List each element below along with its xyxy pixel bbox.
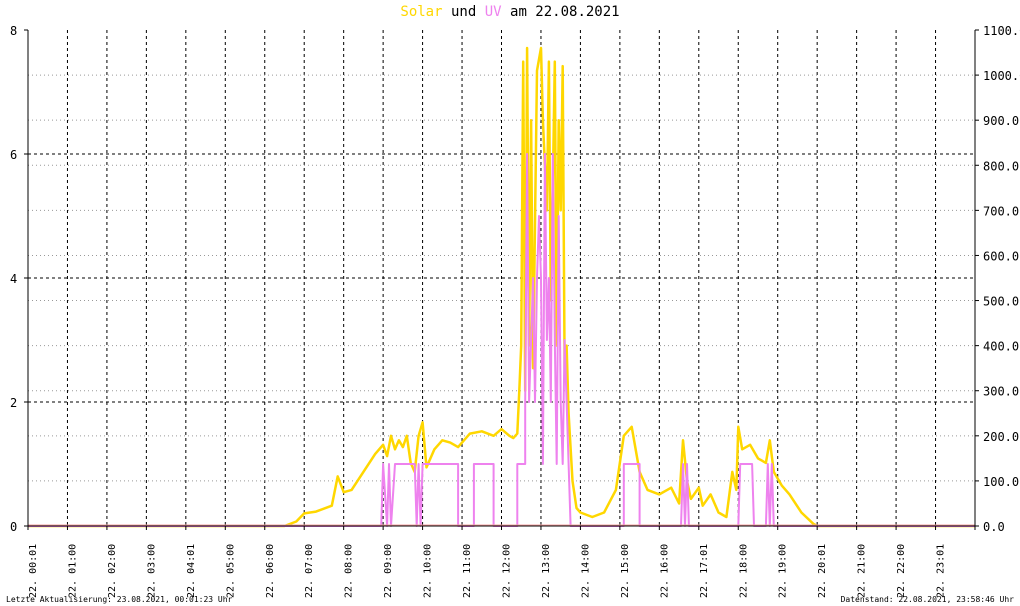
x-tick-label: 22. 23:01 <box>936 544 947 598</box>
tick-labels: 22. 00:01 22. 01:00 22. 02:00 22. 03:00 22. … <box>10 24 1020 598</box>
data-status-text: Datenstand: 22.08.2021, 23:58:46 Uhr <box>840 595 1014 604</box>
y-right-tick-label: 300.0 <box>983 385 1019 399</box>
x-tick-label: 22. 19:00 <box>778 544 789 598</box>
y-right-tick-label: 500.0 <box>983 295 1019 309</box>
x-tick-label: 22. 14:00 <box>580 544 591 598</box>
y-right-tick-label: 0.0 <box>983 520 1005 534</box>
grid <box>28 30 975 526</box>
x-tick-label: 22. 05:00 <box>225 544 236 598</box>
y-right-tick-label: 700.0 <box>983 204 1019 218</box>
y-left-tick-label: 8 <box>10 24 17 38</box>
x-tick-label: 22. 01:00 <box>67 544 78 598</box>
y-right-tick-label: 600.0 <box>983 249 1019 263</box>
x-tick-label: 22. 00:01 <box>28 544 39 598</box>
x-tick-label: 22. 04:01 <box>186 544 197 598</box>
x-tick-label: 22. 07:00 <box>304 544 315 598</box>
x-tick-label: 22. 12:00 <box>502 544 513 598</box>
y-left-tick-label: 2 <box>10 396 17 410</box>
y-right-tick-label: 800.0 <box>983 159 1019 173</box>
last-update-text: Letzte Aktualisierung: 23.08.2021, 00:01… <box>6 595 233 604</box>
y-right-tick-label: 200.0 <box>983 430 1019 444</box>
x-tick-label: 22. 11:00 <box>462 544 473 598</box>
y-right-tick-label: 1100.0 <box>983 24 1020 38</box>
x-tick-label: 22. 02:00 <box>107 544 118 598</box>
x-tick-label: 22. 22:00 <box>896 544 907 598</box>
x-tick-label: 22. 21:00 <box>857 544 868 598</box>
y-right-tick-label: 1000.0 <box>983 69 1020 83</box>
solar-uv-chart: 22. 00:01 22. 01:00 22. 02:00 22. 03:00 22. … <box>10 24 1020 598</box>
y-right-tick-label: 400.0 <box>983 340 1019 354</box>
y-left-tick-label: 0 <box>10 520 17 534</box>
x-tick-label: 22. 03:00 <box>146 544 157 598</box>
y-left-tick-label: 6 <box>10 148 17 162</box>
x-tick-label: 22. 20:01 <box>817 544 828 598</box>
x-tick-label: 22. 08:00 <box>344 544 355 598</box>
y-right-tick-label: 100.0 <box>983 475 1019 489</box>
y-left-tick-label: 4 <box>10 272 17 286</box>
x-tick-label: 22. 09:00 <box>383 544 394 598</box>
x-tick-label: 22. 17:01 <box>699 544 710 598</box>
x-tick-label: 22. 15:00 <box>620 544 631 598</box>
x-tick-label: 22. 16:00 <box>659 544 670 598</box>
y-right-tick-label: 900.0 <box>983 114 1019 128</box>
x-tick-label: 22. 13:00 <box>541 544 552 598</box>
x-tick-label: 22. 06:00 <box>265 544 276 598</box>
x-tick-label: 22. 10:00 <box>423 544 434 598</box>
x-tick-label: 22. 18:00 <box>738 544 749 598</box>
